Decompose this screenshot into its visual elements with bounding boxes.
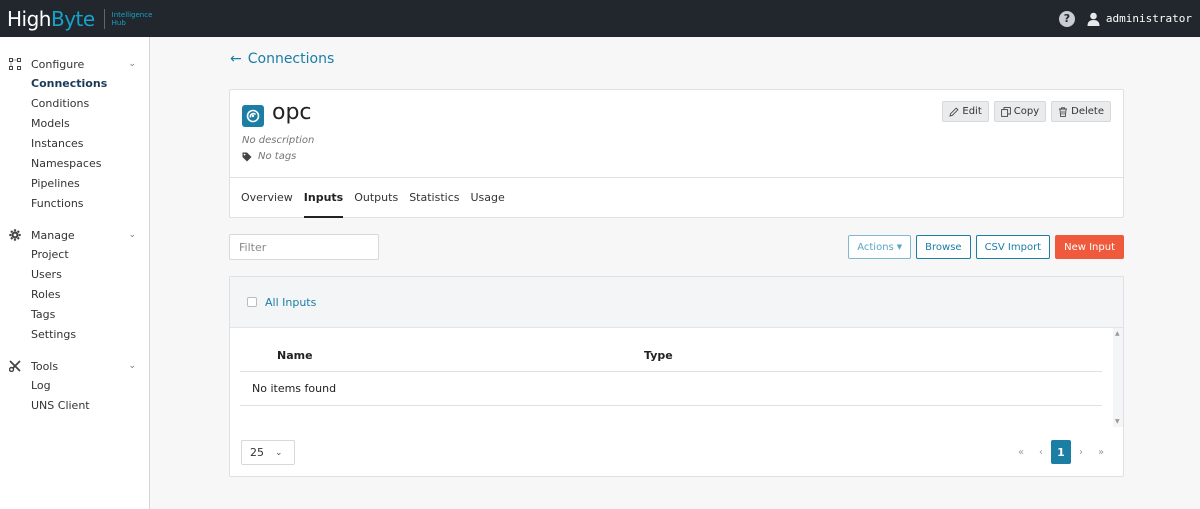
sidebar-item-connections[interactable]: Connections — [0, 74, 149, 94]
sidebar: Configure ⌄ Connections Conditions Model… — [0, 37, 150, 509]
logo-subtitle: Intelligence Hub — [111, 10, 153, 27]
page-size-value: 25 — [250, 446, 264, 459]
new-input-button[interactable]: New Input — [1055, 235, 1124, 259]
scroll-down-icon[interactable]: ▼ — [1115, 418, 1120, 425]
chevron-down-icon: ⌄ — [128, 230, 136, 240]
network-icon — [9, 58, 21, 70]
next-page-button[interactable]: › — [1071, 440, 1091, 464]
tab-statistics[interactable]: Statistics — [409, 178, 459, 218]
connection-card: opc No description No tags Edit Copy Del… — [229, 89, 1124, 218]
chevron-down-icon: ⌄ — [128, 361, 136, 371]
connection-name: opc — [272, 100, 312, 125]
chevron-down-icon: ⌄ — [275, 447, 283, 458]
sidebar-item-conditions[interactable]: Conditions — [0, 94, 149, 114]
connection-description: No description — [242, 135, 315, 146]
connection-header: opc No description No tags Edit Copy Del… — [230, 90, 1123, 178]
sidebar-item-settings[interactable]: Settings — [0, 325, 149, 345]
nav-group-label: Configure — [31, 57, 85, 71]
table-scrollbar[interactable]: ▲ ▼ — [1113, 328, 1123, 427]
browse-button[interactable]: Browse — [916, 235, 971, 259]
select-all-row: All Inputs — [230, 277, 1123, 328]
sidebar-item-uns-client[interactable]: UNS Client — [0, 396, 149, 416]
chevron-down-icon: ⌄ — [128, 59, 136, 69]
sidebar-item-log[interactable]: Log — [0, 376, 149, 396]
select-all-label[interactable]: All Inputs — [265, 296, 316, 309]
csv-import-button[interactable]: CSV Import — [975, 235, 1051, 259]
gear-icon — [9, 229, 21, 241]
actions-dropdown-button[interactable]: Actions ▼ — [848, 235, 912, 259]
column-header-name[interactable]: Name — [277, 349, 644, 362]
last-page-button[interactable]: » — [1091, 440, 1111, 464]
caret-down-icon: ▼ — [896, 243, 903, 251]
logo-text: HighByte — [7, 6, 95, 31]
nav-group-manage[interactable]: Manage ⌄ — [0, 225, 149, 245]
sidebar-item-tags[interactable]: Tags — [0, 305, 149, 325]
sidebar-item-users[interactable]: Users — [0, 265, 149, 285]
sidebar-item-namespaces[interactable]: Namespaces — [0, 154, 149, 174]
tab-overview[interactable]: Overview — [241, 178, 293, 218]
prev-page-button[interactable]: ‹ — [1031, 440, 1051, 464]
first-page-button[interactable]: « — [1011, 440, 1031, 464]
page-button-current[interactable]: 1 — [1051, 440, 1071, 464]
sidebar-item-roles[interactable]: Roles — [0, 285, 149, 305]
empty-message: No items found — [252, 382, 337, 395]
table-empty-row: No items found — [240, 372, 1102, 406]
table-header: Name Type — [240, 329, 1102, 372]
tag-icon — [242, 152, 252, 161]
nav-group-label: Manage — [31, 228, 75, 242]
logo-divider — [103, 8, 105, 29]
tab-outputs[interactable]: Outputs — [354, 178, 398, 218]
sidebar-item-project[interactable]: Project — [0, 245, 149, 265]
pencil-icon — [949, 106, 959, 117]
sidebar-item-models[interactable]: Models — [0, 114, 149, 134]
trash-icon — [1059, 106, 1068, 117]
toolbar-buttons: Actions ▼ Browse CSV Import New Input — [843, 235, 1124, 259]
connection-tabs: Overview Inputs Outputs Statistics Usage — [230, 178, 1123, 218]
copy-icon — [1000, 106, 1011, 117]
back-link[interactable]: ← Connections — [230, 51, 334, 67]
logo[interactable]: HighByte Intelligence Hub — [7, 7, 152, 31]
sidebar-item-functions[interactable]: Functions — [0, 194, 149, 214]
back-link-label: Connections — [247, 51, 335, 67]
scroll-up-icon[interactable]: ▲ — [1115, 330, 1120, 337]
top-bar: HighByte Intelligence Hub ? administrator — [0, 0, 1200, 37]
inputs-table: Name Type No items found — [240, 329, 1102, 406]
tags-value: No tags — [258, 151, 297, 162]
help-circle-icon[interactable]: ? — [1058, 10, 1075, 27]
edit-button[interactable]: Edit — [942, 101, 989, 122]
tab-usage[interactable]: Usage — [470, 178, 504, 218]
header-actions: Edit Copy Delete — [937, 101, 1111, 122]
username[interactable]: administrator — [1106, 12, 1192, 25]
connection-tags: No tags — [242, 151, 296, 162]
inputs-panel: All Inputs Name Type No items found ▲ ▼ … — [229, 276, 1124, 477]
pagination: « ‹ 1 › » — [1011, 440, 1111, 464]
copy-button[interactable]: Copy — [993, 101, 1047, 122]
page-size-select[interactable]: 25 ⌄ — [241, 440, 295, 465]
sidebar-item-instances[interactable]: Instances — [0, 134, 149, 154]
user-icon[interactable] — [1087, 12, 1100, 26]
filter-input[interactable] — [229, 234, 379, 260]
tab-inputs[interactable]: Inputs — [303, 178, 344, 218]
column-header-type[interactable]: Type — [644, 349, 673, 362]
delete-button[interactable]: Delete — [1051, 101, 1111, 122]
nav-group-tools[interactable]: Tools ⌄ — [0, 356, 149, 376]
tools-icon — [9, 360, 21, 372]
arrow-left-icon: ← — [230, 51, 242, 67]
nav-group-configure[interactable]: Configure ⌄ — [0, 54, 149, 74]
sidebar-item-pipelines[interactable]: Pipelines — [0, 174, 149, 194]
connection-type-icon — [242, 105, 264, 127]
nav-group-label: Tools — [31, 359, 59, 373]
select-all-checkbox[interactable] — [247, 297, 257, 307]
